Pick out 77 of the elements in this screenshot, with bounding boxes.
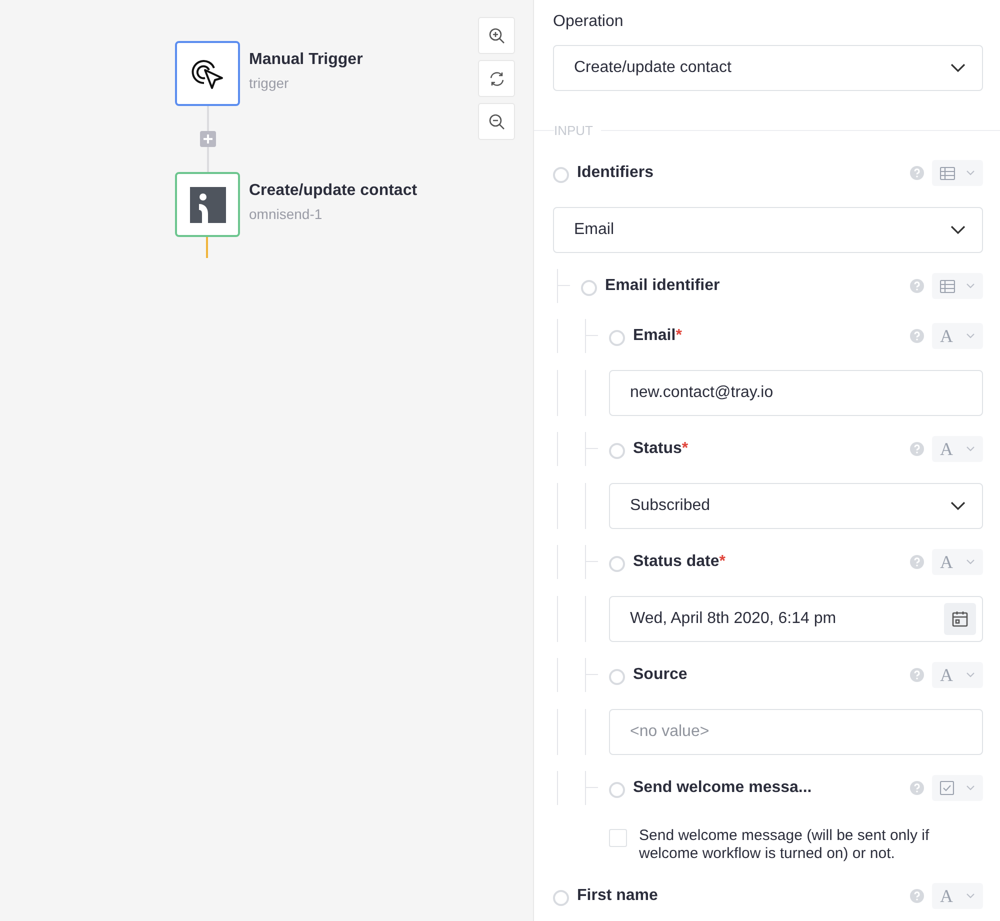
add-step-icon[interactable] <box>200 131 216 147</box>
field-label: Status date* <box>633 553 726 571</box>
type-select[interactable]: A <box>932 436 983 462</box>
chevron-down-icon <box>966 446 975 452</box>
checkbox-icon <box>940 781 954 795</box>
type-glyph: A <box>940 664 953 686</box>
zoom-out-icon <box>488 112 506 130</box>
chevron-down-icon <box>966 559 975 565</box>
text-field[interactable]: new.contact@tray.io <box>609 370 983 416</box>
help-icon[interactable] <box>910 166 924 180</box>
help-icon[interactable] <box>910 668 924 682</box>
help-icon[interactable] <box>910 555 924 569</box>
chevron-down-icon <box>966 785 975 791</box>
chevron-down-icon <box>966 672 975 678</box>
radio-button[interactable] <box>609 669 625 685</box>
step-node[interactable] <box>175 41 240 106</box>
help-icon[interactable] <box>910 781 924 795</box>
chevron-down-icon <box>966 333 975 339</box>
field-label: Source <box>633 666 688 684</box>
help-icon[interactable] <box>910 279 924 293</box>
section-label: INPUT <box>554 122 594 138</box>
checkbox[interactable] <box>609 829 627 847</box>
type-select[interactable]: A <box>932 883 983 909</box>
node-title: Manual Trigger <box>249 51 363 69</box>
date-field[interactable]: Wed, April 8th 2020, 6:14 pm <box>609 596 983 642</box>
table-icon <box>940 280 955 292</box>
field-label: Status* <box>633 440 690 458</box>
type-select[interactable] <box>932 775 983 801</box>
chevron-down-icon <box>966 170 975 176</box>
dropdown-field[interactable]: Subscribed <box>609 483 983 529</box>
node-subtitle: omnisend-1 <box>249 206 324 222</box>
type-select[interactable]: A <box>932 662 983 688</box>
step-node[interactable] <box>175 172 240 237</box>
type-glyph: A <box>940 326 953 346</box>
text-field[interactable]: <no value> <box>609 709 983 755</box>
chevron-down-icon <box>950 225 966 235</box>
field-label: Email identifier <box>605 277 721 295</box>
type-glyph: A <box>940 886 953 906</box>
chevron-down-icon <box>966 893 975 899</box>
calendar-icon <box>951 610 969 628</box>
type-glyph: A <box>940 438 953 460</box>
field-label: Send welcome messa... <box>633 779 813 797</box>
connector-logo-icon <box>190 186 226 222</box>
field-label: First name <box>577 887 659 905</box>
chevron-down-icon <box>966 283 975 289</box>
type-select[interactable] <box>932 160 983 186</box>
zoom-in-button[interactable] <box>478 17 515 54</box>
calendar-button[interactable] <box>944 603 976 635</box>
chevron-down-icon <box>950 501 966 511</box>
field-label: Identifiers <box>577 164 654 182</box>
type-select[interactable]: A <box>932 323 983 349</box>
checkbox-description: Send welcome message (will be sent only if welcome workflow is turned on) or not. <box>639 827 930 863</box>
refresh-icon <box>488 70 506 88</box>
node-subtitle: trigger <box>249 75 290 91</box>
help-icon[interactable] <box>910 889 924 903</box>
table-icon <box>940 166 955 180</box>
radio-button[interactable] <box>553 890 569 906</box>
radio-button[interactable] <box>609 782 625 798</box>
reset-view-button[interactable] <box>478 60 515 97</box>
help-icon[interactable] <box>910 442 924 456</box>
node-title: Create/update contact <box>249 182 418 200</box>
type-select[interactable] <box>932 273 983 299</box>
radio-button[interactable] <box>581 280 597 296</box>
radio-button[interactable] <box>609 556 625 572</box>
radio-button[interactable] <box>609 330 625 346</box>
field-label: Email* <box>633 327 683 345</box>
operation-label: Operation <box>553 12 624 32</box>
radio-button[interactable] <box>553 167 569 183</box>
radio-button[interactable] <box>609 443 625 459</box>
operation-select[interactable]: Create/update contact <box>553 45 983 91</box>
zoom-in-icon <box>488 26 506 44</box>
type-glyph: A <box>940 552 953 572</box>
type-select[interactable]: A <box>932 549 983 575</box>
help-icon[interactable] <box>910 329 924 343</box>
dropdown-field[interactable]: Email <box>553 207 983 253</box>
chevron-down-icon <box>950 63 966 73</box>
zoom-out-button[interactable] <box>478 103 515 140</box>
